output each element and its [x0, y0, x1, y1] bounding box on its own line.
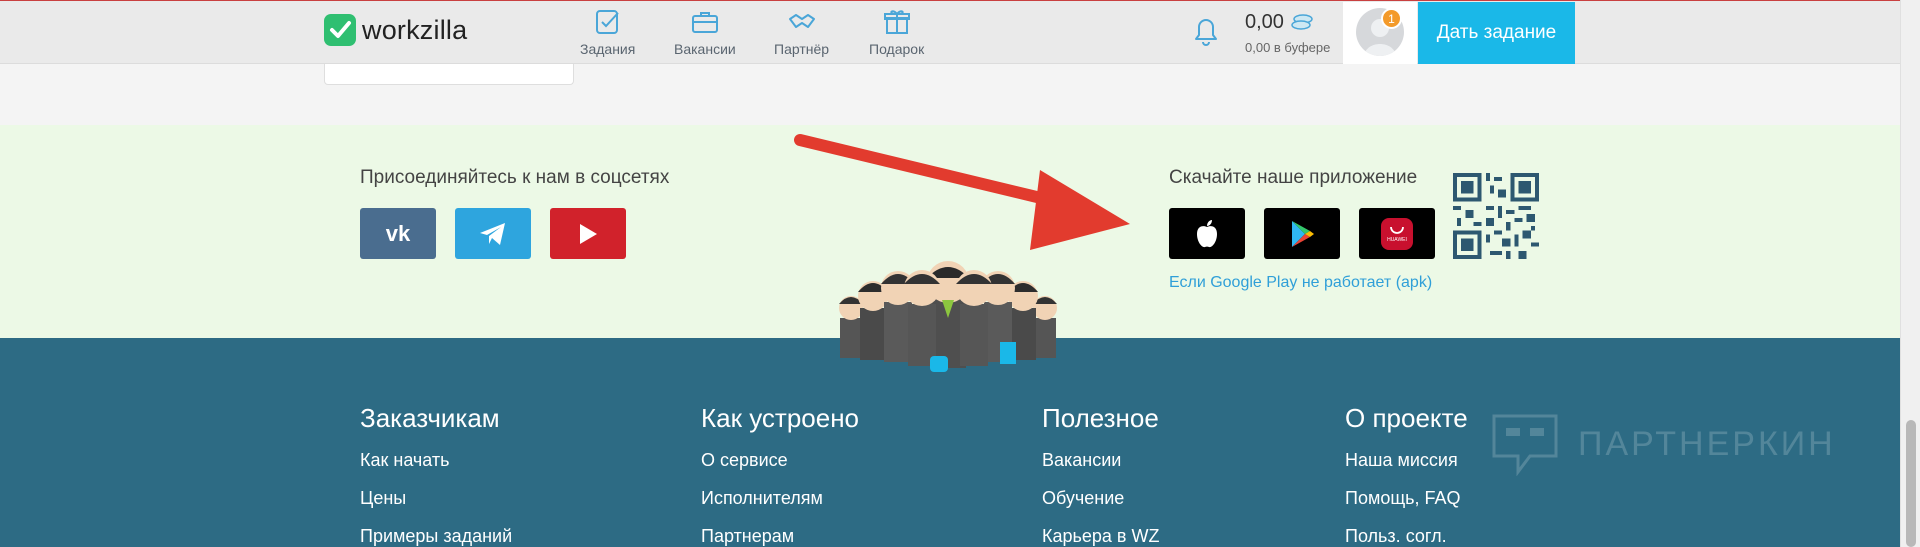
app-store-button[interactable]	[1169, 208, 1245, 259]
qr-code-icon	[1453, 173, 1539, 259]
google-play-icon	[1292, 220, 1314, 247]
briefcase-icon	[691, 12, 718, 33]
footer-link[interactable]: Польз. согл.	[1345, 526, 1468, 547]
balance[interactable]: 0,00 0,00 в буфере	[1245, 11, 1330, 55]
footer-column-title: Полезное	[1042, 403, 1159, 433]
nav-vacancies-label: Вакансии	[674, 41, 736, 57]
logo-text: workzilla	[362, 14, 468, 45]
google-play-button[interactable]	[1264, 208, 1340, 259]
footer-link[interactable]: Партнерам	[701, 526, 859, 547]
footer-link[interactable]: Обучение	[1042, 488, 1159, 509]
content-card-bottom	[324, 64, 574, 85]
youtube-button[interactable]	[550, 208, 626, 259]
nav-gift-label: Подарок	[869, 41, 925, 57]
footer-link[interactable]: Цены	[360, 488, 512, 509]
page-scrollbar[interactable]	[1900, 0, 1920, 547]
footer-column-how-it-works: Как устроено О сервисе Исполнителям Парт…	[701, 403, 859, 547]
telegram-button[interactable]	[455, 208, 531, 259]
notifications-button[interactable]	[1190, 13, 1222, 54]
site-header: workzilla Задания Вакансии Партнёр Подар…	[0, 1, 1900, 64]
nav-vacancies[interactable]: Вакансии	[674, 7, 736, 57]
bell-icon	[1195, 19, 1217, 46]
notification-badge: 1	[1381, 8, 1402, 29]
footer-link[interactable]: Как начать	[360, 450, 512, 471]
watermark-text: ПАРТНЕРКИН	[1578, 424, 1836, 463]
svg-text:HUAWEI: HUAWEI	[1387, 237, 1407, 243]
footer-link[interactable]: О сервисе	[701, 450, 859, 471]
huawei-appgallery-button[interactable]: HUAWEI	[1359, 208, 1435, 259]
footer-column-title: Как устроено	[701, 403, 860, 433]
apps-title: Скачайте наше приложение	[1169, 167, 1418, 188]
watermark-logo-icon	[1492, 414, 1558, 476]
checkmark-logo-icon	[324, 14, 356, 46]
tasks-icon	[595, 10, 619, 34]
footer-link[interactable]: Помощь, FAQ	[1345, 488, 1468, 509]
logo[interactable]: workzilla	[324, 14, 467, 46]
footer-column-title: О проекте	[1345, 403, 1468, 433]
footer-link[interactable]: Исполнителям	[701, 488, 859, 509]
footer-link[interactable]: Карьера в WZ	[1042, 526, 1159, 547]
footer-link[interactable]: Наша миссия	[1345, 450, 1468, 471]
buffer-amount: 0,00 в буфере	[1245, 40, 1331, 55]
footer-column-about: О проекте Наша миссия Помощь, FAQ Польз.…	[1345, 403, 1468, 547]
watermark: ПАРТНЕРКИН	[1490, 412, 1836, 476]
footer-link[interactable]: Примеры заданий	[360, 526, 512, 547]
social-title: Присоединяйтесь к нам в соцсетях	[360, 167, 670, 188]
handshake-icon	[788, 14, 815, 28]
mascot-team-illustration	[839, 261, 1057, 372]
vk-button[interactable]: vk	[360, 208, 436, 259]
create-task-button[interactable]: Дать задание	[1418, 2, 1575, 64]
nav-gift[interactable]: Подарок	[869, 7, 924, 57]
footer-column-title: Заказчикам	[360, 403, 500, 433]
footer-column-useful: Полезное Вакансии Обучение Карьера в WZ	[1042, 403, 1159, 547]
profile-menu[interactable]: 1	[1343, 2, 1417, 64]
apple-icon	[1197, 219, 1217, 247]
scrollbar-thumb[interactable]	[1906, 420, 1916, 547]
vk-icon: vk	[385, 220, 411, 246]
red-arrow-annotation	[794, 134, 1130, 250]
telegram-icon	[480, 222, 505, 245]
huawei-appgallery-icon: HUAWEI	[1381, 217, 1413, 250]
footer-link[interactable]: Вакансии	[1042, 450, 1159, 471]
coins-icon	[1291, 13, 1313, 30]
nav-tasks-label: Задания	[580, 41, 636, 57]
footer-column-customers: Заказчикам Как начать Цены Примеры задан…	[360, 403, 512, 547]
gift-icon	[883, 10, 910, 34]
apk-download-link[interactable]: Если Google Play не работает (apk)	[1169, 274, 1432, 292]
youtube-play-icon	[580, 223, 597, 244]
nav-tasks[interactable]: Задания	[580, 7, 635, 57]
nav-partner[interactable]: Партнёр	[774, 7, 829, 57]
balance-amount: 0,00	[1245, 11, 1284, 33]
nav-partner-label: Партнёр	[774, 41, 830, 57]
